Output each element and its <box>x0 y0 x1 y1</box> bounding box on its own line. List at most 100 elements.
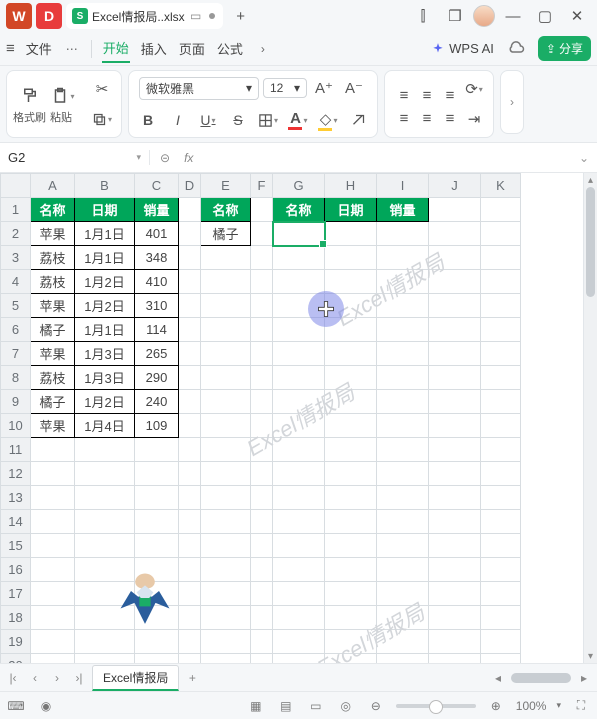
cell[interactable] <box>325 414 377 438</box>
cell[interactable] <box>325 390 377 414</box>
row-header[interactable]: 19 <box>1 630 31 654</box>
cube-icon[interactable]: ❒ <box>441 2 469 30</box>
row-header[interactable]: 14 <box>1 510 31 534</box>
border-button[interactable]: ▾ <box>255 107 281 133</box>
row-header[interactable]: 11 <box>1 438 31 462</box>
cell[interactable] <box>179 390 201 414</box>
tab-first[interactable]: |‹ <box>4 669 22 687</box>
cell[interactable] <box>179 606 201 630</box>
cell[interactable] <box>377 270 429 294</box>
row-header[interactable]: 5 <box>1 294 31 318</box>
cell[interactable] <box>481 630 521 654</box>
cell[interactable] <box>273 486 325 510</box>
fill-color-button[interactable]: ◇▾ <box>315 107 341 133</box>
cell[interactable] <box>75 510 135 534</box>
menu-insert[interactable]: 插入 <box>140 35 168 62</box>
hamburger-icon[interactable]: ≡ <box>6 40 15 57</box>
cell[interactable] <box>481 534 521 558</box>
cell[interactable]: 橘子 <box>201 222 251 246</box>
column-header[interactable]: F <box>251 174 273 198</box>
cell[interactable] <box>179 630 201 654</box>
cell[interactable] <box>201 654 251 664</box>
cell[interactable] <box>481 654 521 664</box>
zoom-in-icon[interactable]: ⊕ <box>486 696 506 716</box>
cell[interactable]: 1月2日 <box>75 270 135 294</box>
cell[interactable]: 310 <box>135 294 179 318</box>
cell[interactable] <box>201 342 251 366</box>
minimize-button[interactable]: — <box>499 2 527 30</box>
cell[interactable] <box>31 438 75 462</box>
align-bottom[interactable]: ≡ <box>437 83 463 109</box>
tab-close-icon[interactable]: ▭ <box>189 9 203 23</box>
cell[interactable] <box>179 294 201 318</box>
cell[interactable]: 1月1日 <box>75 222 135 246</box>
font-color-button[interactable]: A▾ <box>285 107 311 133</box>
cell[interactable] <box>481 486 521 510</box>
row-header[interactable]: 16 <box>1 558 31 582</box>
column-header[interactable]: I <box>377 174 429 198</box>
cell[interactable] <box>201 270 251 294</box>
menu-file[interactable]: 文件 <box>25 35 53 62</box>
cell[interactable]: 苹果 <box>31 294 75 318</box>
cell[interactable] <box>429 342 481 366</box>
cell[interactable] <box>377 654 429 664</box>
cell[interactable]: 401 <box>135 222 179 246</box>
row-header[interactable]: 10 <box>1 414 31 438</box>
cell[interactable] <box>179 486 201 510</box>
cell[interactable] <box>201 246 251 270</box>
cell[interactable] <box>75 534 135 558</box>
cell[interactable] <box>31 558 75 582</box>
cell[interactable] <box>179 558 201 582</box>
cell[interactable] <box>377 606 429 630</box>
cell[interactable] <box>273 342 325 366</box>
cut-icon[interactable]: ✂ <box>89 76 115 102</box>
scroll-down-icon[interactable]: ▾ <box>584 649 597 663</box>
cell[interactable] <box>377 414 429 438</box>
cell[interactable] <box>273 414 325 438</box>
cell[interactable] <box>377 630 429 654</box>
cell[interactable] <box>251 486 273 510</box>
cell[interactable]: 销量 <box>135 198 179 222</box>
cell[interactable] <box>251 438 273 462</box>
cell[interactable] <box>325 582 377 606</box>
cell[interactable] <box>325 270 377 294</box>
cell[interactable] <box>251 342 273 366</box>
cell[interactable] <box>31 462 75 486</box>
row-header[interactable]: 18 <box>1 606 31 630</box>
zoom-percent[interactable]: 100% <box>516 699 547 713</box>
cell[interactable] <box>429 534 481 558</box>
cell[interactable] <box>429 510 481 534</box>
cell[interactable] <box>377 510 429 534</box>
cell[interactable] <box>251 630 273 654</box>
cell[interactable] <box>179 414 201 438</box>
cell[interactable] <box>75 438 135 462</box>
view-page-icon[interactable]: ▤ <box>276 696 296 716</box>
vertical-scrollbar[interactable]: ▴ ▾ <box>583 173 597 663</box>
column-header[interactable]: E <box>201 174 251 198</box>
cell[interactable] <box>31 606 75 630</box>
cell[interactable] <box>179 222 201 246</box>
cell[interactable] <box>201 606 251 630</box>
cell[interactable] <box>251 462 273 486</box>
cell[interactable] <box>429 318 481 342</box>
menu-start[interactable]: 开始 <box>102 34 130 63</box>
cell[interactable] <box>251 390 273 414</box>
cell[interactable]: 日期 <box>75 198 135 222</box>
cell[interactable] <box>325 606 377 630</box>
menu-chevron-right[interactable]: › <box>254 40 272 58</box>
cell[interactable] <box>31 534 75 558</box>
cell[interactable] <box>325 294 377 318</box>
cell[interactable] <box>201 582 251 606</box>
cell[interactable] <box>429 246 481 270</box>
cell[interactable] <box>325 534 377 558</box>
cell[interactable] <box>179 582 201 606</box>
cell[interactable]: 290 <box>135 366 179 390</box>
cell[interactable] <box>251 270 273 294</box>
row-header[interactable]: 6 <box>1 318 31 342</box>
cell[interactable] <box>201 510 251 534</box>
cell[interactable] <box>273 294 325 318</box>
avatar[interactable] <box>473 5 495 27</box>
cell[interactable] <box>429 654 481 664</box>
cell[interactable] <box>481 294 521 318</box>
cell[interactable] <box>135 630 179 654</box>
